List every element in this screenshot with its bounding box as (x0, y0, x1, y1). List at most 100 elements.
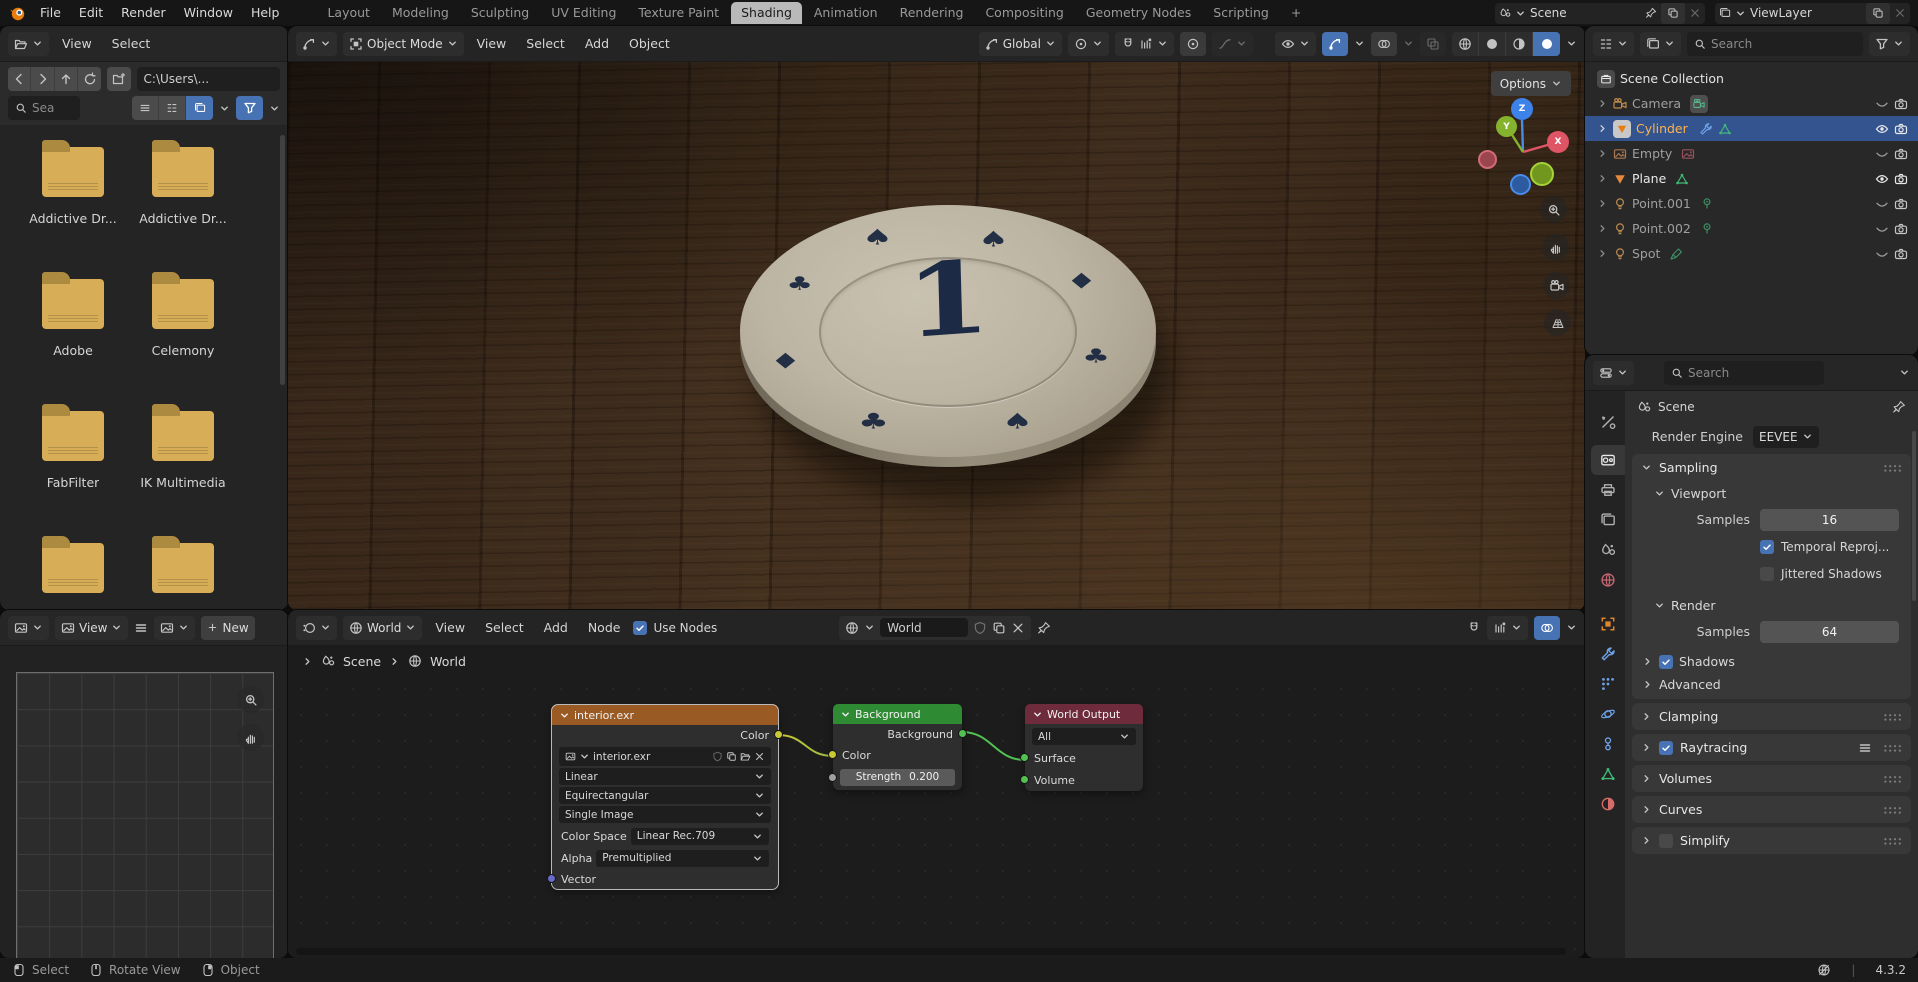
socket-background-output[interactable] (958, 729, 967, 738)
perspective-toggle-button[interactable] (1544, 309, 1571, 336)
tab-uv-editing[interactable]: UV Editing (541, 2, 626, 24)
node-header[interactable]: World Output (1025, 704, 1143, 724)
chevron-down-icon[interactable] (1566, 38, 1577, 49)
menu-render[interactable]: Render (113, 2, 174, 24)
file-search-input[interactable] (32, 101, 73, 115)
list-item[interactable]: IK Multimedia (128, 403, 238, 535)
alpha-dropdown[interactable]: Premultiplied (596, 850, 769, 867)
tab-modifiers[interactable] (1591, 639, 1625, 669)
fake-user-shield-icon[interactable] (973, 621, 987, 635)
list-item[interactable]: Addictive Dr... (18, 139, 128, 271)
close-icon[interactable] (754, 751, 765, 762)
mesh-data-icon[interactable] (1675, 172, 1689, 186)
image-datablock-selector[interactable] (154, 616, 195, 640)
world-datablock[interactable] (839, 616, 1031, 640)
socket-volume-input[interactable] (1020, 775, 1029, 784)
axis-z[interactable]: Z (1511, 98, 1533, 120)
eye-closed-icon[interactable] (1875, 197, 1889, 211)
presets-icon[interactable] (1858, 741, 1872, 755)
axis-x-negative[interactable] (1478, 150, 1497, 169)
editor-type-button[interactable] (8, 616, 49, 640)
shadows-checkbox[interactable] (1659, 655, 1673, 669)
drag-grip[interactable] (1883, 775, 1902, 783)
tab-texture-paint[interactable]: Texture Paint (628, 2, 729, 24)
breadcrumb-scene[interactable]: Scene (343, 654, 381, 669)
blender-logo-icon[interactable] (8, 4, 26, 22)
scene-name[interactable]: Scene (1530, 6, 1641, 20)
simplify-checkbox[interactable] (1659, 834, 1673, 848)
menu-view[interactable]: View (470, 32, 514, 56)
proportional-falloff-selector[interactable] (1212, 32, 1253, 56)
volumes-panel[interactable]: Volumes (1632, 765, 1911, 792)
render-engine-dropdown[interactable]: EEVEE (1753, 426, 1819, 448)
zoom-button[interactable] (237, 686, 264, 713)
eye-open-icon[interactable] (1875, 172, 1889, 186)
zoom-button[interactable] (1540, 196, 1567, 223)
id-filter-selector[interactable] (1640, 32, 1681, 56)
mesh-data-icon[interactable] (1718, 122, 1732, 136)
breadcrumb-scene[interactable]: Scene (1658, 400, 1695, 414)
transform-orientation-selector[interactable]: Global (979, 32, 1062, 56)
copy-icon[interactable] (992, 621, 1006, 635)
drag-grip[interactable] (1883, 837, 1902, 845)
socket-vector-input[interactable] (547, 874, 556, 883)
chevron-down-icon[interactable] (1354, 38, 1365, 49)
path-field[interactable] (137, 67, 280, 91)
scene-collection-row[interactable]: Scene Collection (1585, 66, 1918, 91)
viewport-canvas[interactable]: Options ♠ ♠ ♣ ♦ ♦ ♣ ♣ ♠ 1 (288, 62, 1585, 610)
render-visibility-icon[interactable] (1894, 147, 1908, 161)
list-item[interactable] (128, 535, 238, 610)
eye-open-icon[interactable] (1875, 122, 1889, 136)
pivot-point-selector[interactable] (1068, 32, 1109, 56)
snap-target-selector[interactable] (1487, 616, 1528, 640)
table-row-empty[interactable]: Empty (1585, 141, 1918, 166)
image-data-icon[interactable] (1681, 147, 1695, 161)
shading-material-button[interactable] (1506, 32, 1533, 56)
interpolation-dropdown[interactable]: Linear (559, 768, 771, 785)
tab-scene[interactable] (1591, 535, 1625, 565)
table-row-cylinder[interactable]: Cylinder (1585, 116, 1918, 141)
image-editor-canvas[interactable] (0, 646, 288, 958)
table-row-plane[interactable]: Plane (1585, 166, 1918, 191)
projection-dropdown[interactable]: Equirectangular (559, 787, 771, 804)
image-mode-selector[interactable]: View (55, 616, 128, 640)
collapse-icon[interactable] (840, 709, 851, 720)
pin-icon[interactable] (1645, 7, 1657, 19)
menu-window[interactable]: Window (176, 2, 241, 24)
tab-tool[interactable] (1591, 407, 1625, 437)
copy-icon[interactable] (726, 751, 737, 762)
network-offline-icon[interactable] (1817, 963, 1831, 977)
table-row-point-002[interactable]: Point.002 (1585, 216, 1918, 241)
menu-help[interactable]: Help (243, 2, 288, 24)
tab-output[interactable] (1591, 475, 1625, 505)
expand-icon[interactable] (1597, 173, 1608, 184)
axis-x[interactable]: X (1547, 131, 1569, 153)
node-canvas[interactable]: interior.exr Color interior.exr Linear E… (288, 676, 1585, 958)
shading-rendered-button[interactable] (1533, 32, 1560, 56)
display-vertical-list-button[interactable] (132, 96, 159, 120)
gizmo-toggle[interactable] (1322, 32, 1348, 56)
pan-hand-button[interactable] (1542, 234, 1569, 261)
viewlayer-selector[interactable]: ViewLayer (1715, 3, 1910, 24)
list-item[interactable]: Adobe (18, 271, 128, 403)
filter-selector[interactable] (1869, 32, 1910, 56)
clamping-panel[interactable]: Clamping (1632, 703, 1911, 730)
table-row-point-001[interactable]: Point.001 (1585, 191, 1918, 216)
display-mode-selector[interactable] (1593, 32, 1634, 56)
file-search-field[interactable] (8, 96, 80, 120)
viewlayer-copy-button[interactable] (1866, 3, 1890, 24)
camera-view-button[interactable] (1543, 272, 1570, 299)
tab-rendering[interactable]: Rendering (890, 2, 974, 24)
collapse-icon[interactable] (1032, 709, 1043, 720)
curves-panel[interactable]: Curves (1632, 796, 1911, 823)
eye-closed-icon[interactable] (1875, 147, 1889, 161)
shading-solid-button[interactable] (1479, 32, 1506, 56)
open-folder-icon[interactable] (740, 751, 751, 762)
node-world-output[interactable]: World Output All Surface Volume (1025, 704, 1143, 791)
menu-edit[interactable]: Edit (71, 2, 111, 24)
sampling-panel-header[interactable]: Sampling (1632, 454, 1911, 481)
axis-y[interactable]: Y (1496, 116, 1517, 137)
overlays-toggle[interactable] (1371, 32, 1397, 56)
source-dropdown[interactable]: Single Image (559, 806, 771, 823)
modifier-wrench-icon[interactable] (1699, 122, 1713, 136)
